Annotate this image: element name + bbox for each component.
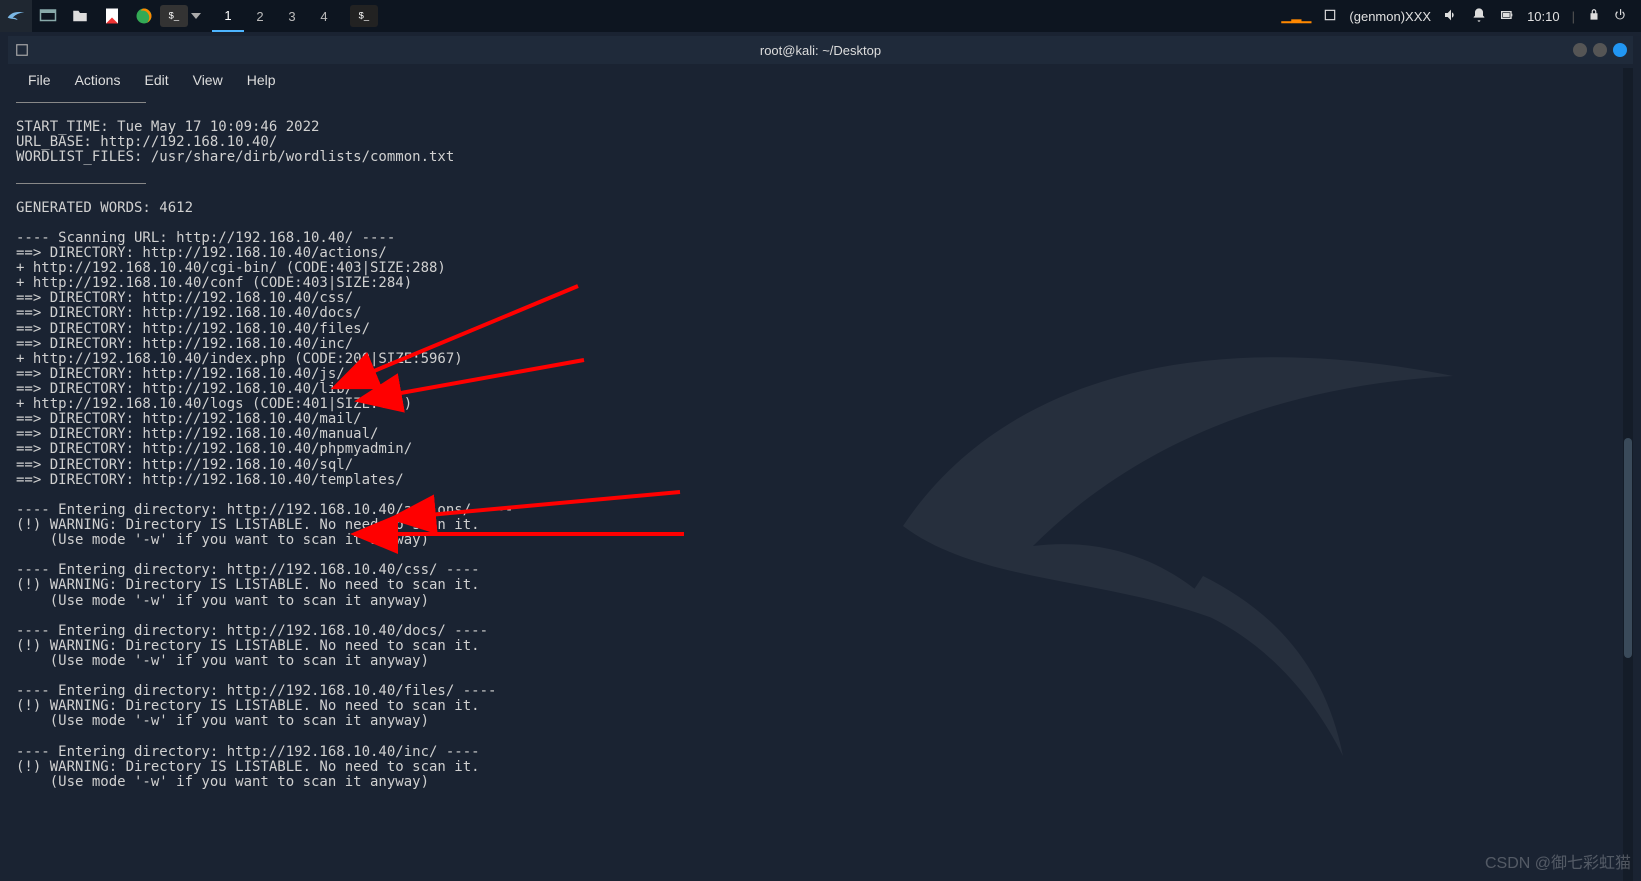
svg-text:$_: $_ bbox=[359, 11, 370, 21]
genmon-label: (genmon)XXX bbox=[1349, 9, 1431, 24]
terminal-dropdown-icon[interactable] bbox=[188, 0, 204, 32]
terminal-output: START_TIME: Tue May 17 10:09:46 2022URL_… bbox=[16, 105, 1625, 790]
window-minimize-button[interactable] bbox=[1573, 43, 1587, 57]
svg-text:$_: $_ bbox=[169, 11, 180, 21]
menu-edit[interactable]: Edit bbox=[134, 68, 178, 92]
running-app-terminal-icon[interactable]: $_ bbox=[350, 5, 378, 27]
cpu-graph-icon: ▁▂▁ bbox=[1281, 8, 1311, 24]
terminal-body[interactable]: START_TIME: Tue May 17 10:09:46 2022URL_… bbox=[8, 96, 1633, 881]
scrollbar-thumb[interactable] bbox=[1624, 438, 1632, 658]
window-close-button[interactable] bbox=[1613, 43, 1627, 57]
lock-icon[interactable] bbox=[1587, 8, 1601, 25]
battery-icon[interactable] bbox=[1499, 7, 1515, 26]
menu-help[interactable]: Help bbox=[237, 68, 286, 92]
text-editor-icon[interactable] bbox=[96, 0, 128, 32]
notifications-icon[interactable] bbox=[1471, 7, 1487, 26]
terminal-launcher-icon[interactable]: $_ bbox=[160, 5, 188, 27]
taskbar: $_ 1 2 3 4 $_ ▁▂▁ (genmon)XXX 10:10 | bbox=[0, 0, 1641, 32]
show-desktop-icon[interactable] bbox=[32, 0, 64, 32]
volume-icon[interactable] bbox=[1443, 7, 1459, 26]
terminal-window: root@kali: ~/Desktop File Actions Edit V… bbox=[8, 36, 1633, 881]
menu-file[interactable]: File bbox=[18, 68, 61, 92]
workspace-2[interactable]: 2 bbox=[244, 0, 276, 32]
window-maximize-button[interactable] bbox=[1593, 43, 1607, 57]
menu-actions[interactable]: Actions bbox=[65, 68, 131, 92]
workspace-4[interactable]: 4 bbox=[308, 0, 340, 32]
firefox-icon[interactable] bbox=[128, 0, 160, 32]
separator-line bbox=[16, 102, 146, 103]
window-titlebar[interactable]: root@kali: ~/Desktop bbox=[8, 36, 1633, 64]
power-icon[interactable] bbox=[1613, 8, 1627, 25]
kali-menu-icon[interactable] bbox=[0, 0, 32, 32]
terminal-menubar: File Actions Edit View Help bbox=[8, 64, 1633, 96]
menu-view[interactable]: View bbox=[183, 68, 233, 92]
workspace-3[interactable]: 3 bbox=[276, 0, 308, 32]
workspace-1[interactable]: 1 bbox=[212, 0, 244, 32]
scrollbar-track[interactable] bbox=[1623, 68, 1633, 881]
clock[interactable]: 10:10 bbox=[1527, 9, 1560, 24]
files-icon[interactable] bbox=[64, 0, 96, 32]
window-title: root@kali: ~/Desktop bbox=[8, 43, 1633, 58]
record-icon[interactable] bbox=[1323, 8, 1337, 25]
